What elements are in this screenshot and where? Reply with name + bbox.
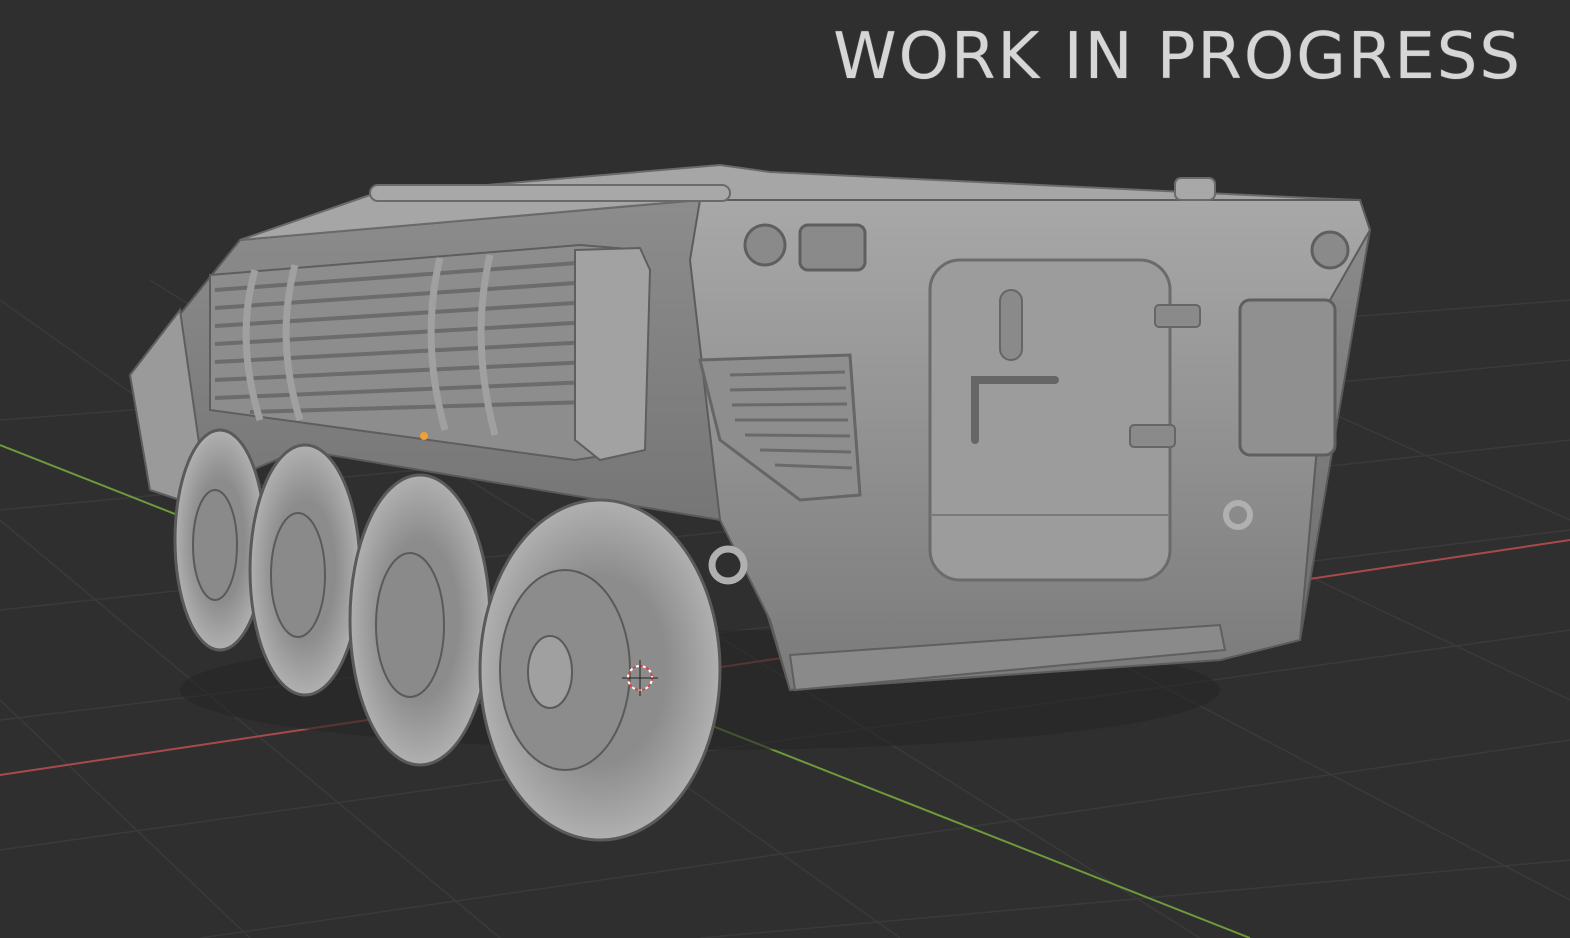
vehicle-model[interactable] bbox=[128, 163, 1372, 842]
viewport-canvas[interactable] bbox=[0, 0, 1570, 938]
3d-viewport[interactable]: WORK IN PROGRESS bbox=[0, 0, 1570, 938]
work-in-progress-label: WORK IN PROGRESS bbox=[833, 20, 1522, 94]
wheel-2 bbox=[248, 443, 362, 697]
origin-marker-icon bbox=[420, 432, 428, 440]
wheel-4 bbox=[478, 498, 722, 842]
wheel-3 bbox=[348, 473, 492, 767]
